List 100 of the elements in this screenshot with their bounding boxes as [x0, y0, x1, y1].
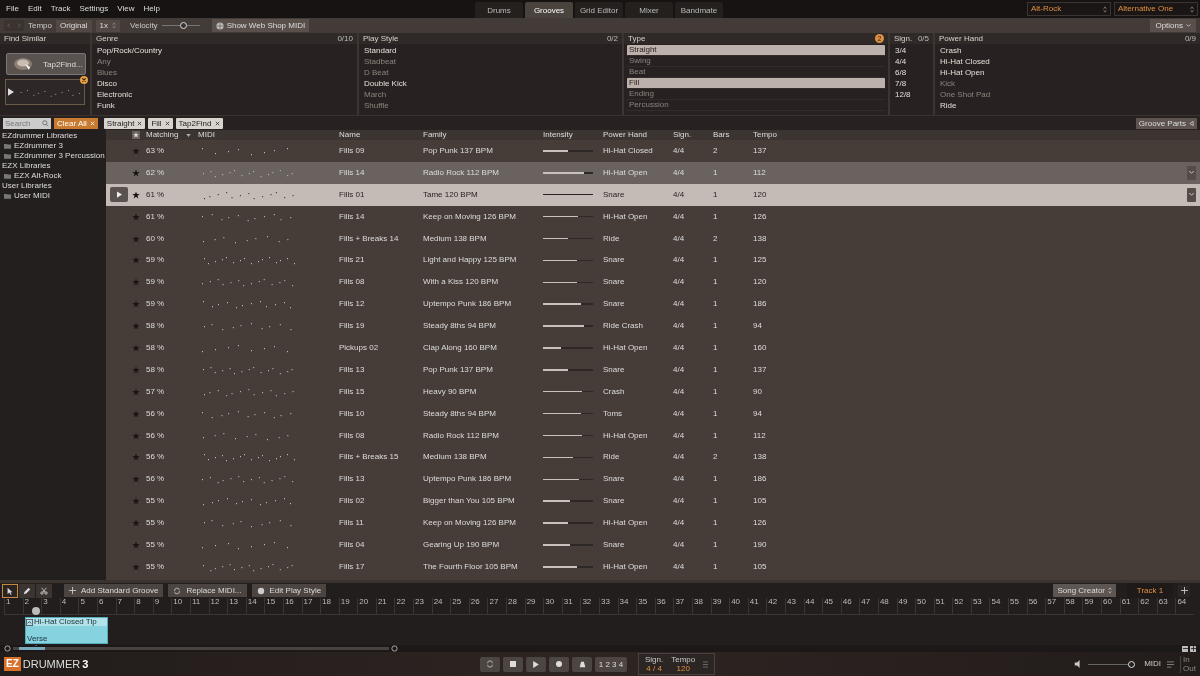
filter-option[interactable]: 3/4 — [893, 45, 930, 56]
menu-item[interactable]: View — [117, 5, 135, 13]
star-icon[interactable] — [132, 322, 140, 331]
groove-row[interactable]: 55 % Fills 04 Gearing Up 190 BPM Snare 4/4 1 190 — [106, 534, 1200, 556]
star-icon[interactable] — [132, 234, 140, 243]
play-icon[interactable] — [8, 88, 14, 96]
library-item[interactable]: EZdrummer 3 Percussion — [0, 151, 106, 161]
menu-item[interactable]: Settings — [79, 5, 109, 13]
filter-option[interactable]: Pop/Rock/Country — [95, 45, 354, 56]
favorite-star-icon[interactable] — [132, 131, 140, 139]
star-icon[interactable] — [132, 475, 140, 484]
library-group[interactable]: User Libraries — [0, 181, 106, 191]
tap2find-button[interactable]: Tap2Find... — [6, 53, 86, 75]
groove-row[interactable]: 56 % Fills 10 Steady 8ths 94 BPM Toms 4/4 1 94 — [106, 402, 1200, 425]
groove-row[interactable]: 62 % Fills 14 Radio Rock 112 BPM Hi-Hat Open 4/4 1 112 — [106, 161, 1200, 184]
add-button[interactable]: Add Standard Groove — [64, 584, 164, 597]
zoom-in-button[interactable] — [1190, 645, 1196, 652]
row-menu-button[interactable] — [1186, 187, 1196, 202]
groove-row[interactable]: 61 % Fills 01 Tame 120 BPM Snare 4/4 1 120 — [106, 183, 1200, 206]
star-icon[interactable] — [132, 540, 140, 549]
tempo-dropdown[interactable]: Original — [56, 19, 92, 32]
star-icon[interactable] — [132, 343, 140, 352]
tab[interactable]: Grid Editor — [575, 2, 623, 18]
library-item[interactable]: User MIDI — [0, 191, 106, 201]
preset-dropdown[interactable]: Alt-Rock — [1027, 2, 1111, 16]
tab[interactable]: Bandmate — [675, 2, 723, 18]
star-icon[interactable] — [132, 212, 140, 221]
filter-tag[interactable]: Tap2Find — [175, 117, 223, 129]
web-shop-button[interactable]: Show Web Shop MIDI — [211, 19, 310, 32]
star-icon[interactable] — [132, 278, 140, 287]
column-header[interactable]: Intensity — [543, 131, 603, 139]
groove-row[interactable]: 55 % Fills 17 The Fourth Floor 105 BPM Hi-Hat Open 4/4 1 105 — [106, 555, 1200, 578]
star-icon[interactable] — [132, 146, 140, 155]
replace-button[interactable]: Replace MIDI... — [168, 584, 247, 597]
song-creator-button[interactable]: Song Creator — [1053, 584, 1116, 597]
tab[interactable]: Mixer — [625, 2, 673, 18]
star-icon[interactable] — [132, 168, 140, 177]
track-tab[interactable]: Track 1 — [1127, 583, 1173, 598]
menu-item[interactable]: Edit — [27, 5, 42, 13]
column-header[interactable]: MIDI — [198, 131, 339, 139]
groove-row[interactable]: 59 % Fills 08 With a Kiss 120 BPM Snare 4/4 1 120 — [106, 271, 1200, 294]
pointer-tool-button[interactable] — [2, 583, 18, 598]
tab[interactable]: Grooves — [525, 2, 573, 18]
column-header[interactable]: Name — [339, 131, 423, 139]
star-icon[interactable] — [132, 497, 140, 506]
metronome-button[interactable] — [572, 656, 592, 672]
play-button[interactable] — [526, 656, 546, 672]
filter-option[interactable]: Crash — [938, 45, 1197, 56]
filter-option[interactable]: 7/8 — [893, 78, 930, 89]
stop-button[interactable] — [503, 656, 523, 672]
groove-row[interactable]: 58 % Fills 19 Steady 8ths 94 BPM Ride Crash 4/4 1 94 — [106, 315, 1200, 337]
count-in-button[interactable]: 1 2 3 4 — [595, 656, 627, 672]
tempo-value[interactable]: 120 — [676, 664, 690, 673]
library-group[interactable]: EZX Libraries — [0, 161, 106, 171]
groove-row[interactable]: 56 % Fills 13 Uptempo Punk 186 BPM Snare 4/4 1 186 — [106, 468, 1200, 491]
filter-option[interactable]: Fill — [627, 78, 885, 89]
filter-option[interactable]: Hi-Hat Open — [938, 67, 1197, 78]
filter-tag[interactable]: Straight — [103, 117, 146, 129]
library-item[interactable]: EZdrummer 3 — [0, 141, 106, 151]
groove-row[interactable]: 55 % Fills 02 Bigger than You 105 BPM Snare 4/4 1 105 — [106, 490, 1200, 513]
groove-row[interactable]: 58 % Fills 13 Pop Punk 137 BPM Snare 4/4 1 137 — [106, 358, 1200, 381]
star-icon[interactable] — [132, 300, 140, 309]
sign-value[interactable]: 4 / 4 — [646, 664, 662, 673]
filter-option[interactable]: 12/8 — [893, 89, 930, 100]
collapse-icon[interactable] — [26, 618, 33, 626]
speaker-icon[interactable] — [1074, 660, 1083, 668]
groove-row[interactable]: 56 % Fills + Breaks 15 Medium 138 BPM Ride 4/4 2 138 — [106, 446, 1200, 469]
zoom-handle[interactable] — [4, 645, 11, 652]
groove-row[interactable]: 59 % Fills 21 Light and Happy 125 BPM Snare 4/4 1 125 — [106, 249, 1200, 272]
star-icon[interactable] — [132, 453, 140, 462]
filter-option[interactable]: Double Kick — [362, 78, 619, 89]
midi-settings-icon[interactable] — [1167, 660, 1175, 668]
tab[interactable]: Drums — [475, 2, 523, 18]
menu-item[interactable]: Track — [50, 5, 71, 13]
star-icon[interactable] — [132, 519, 140, 528]
groove-row[interactable]: 63 % Fills 09 Pop Punk 137 BPM Hi-Hat Closed 4/4 2 137 — [106, 140, 1200, 162]
star-icon[interactable] — [132, 256, 140, 265]
column-header[interactable]: Bars — [713, 131, 753, 139]
star-icon[interactable] — [132, 409, 140, 418]
library-group[interactable]: EZdrummer Libraries — [0, 131, 106, 141]
close-icon[interactable] — [80, 76, 88, 84]
filter-option[interactable]: 4/4 — [893, 56, 930, 67]
filter-option[interactable]: 6/8 — [893, 67, 930, 78]
play-button[interactable] — [110, 187, 128, 203]
library-item[interactable]: EZX Alt-Rock — [0, 171, 106, 181]
tap-tempo-icon[interactable] — [703, 660, 709, 668]
column-header[interactable]: Sign. — [673, 131, 713, 139]
zoom-out-button[interactable] — [1182, 645, 1188, 652]
multiplier-dropdown[interactable]: 1x — [95, 19, 121, 32]
scissors-tool-button[interactable] — [36, 583, 52, 598]
filter-tag[interactable]: Fill — [148, 117, 173, 129]
groove-row[interactable]: 57 % Fills 15 Heavy 90 BPM Crash 4/4 1 90 — [106, 380, 1200, 403]
star-icon[interactable] — [132, 190, 140, 199]
add-track-button[interactable] — [1178, 584, 1190, 597]
filter-option[interactable]: Standard — [362, 45, 619, 56]
scrollbar[interactable] — [13, 647, 389, 650]
record-button[interactable] — [549, 656, 569, 672]
star-icon[interactable] — [132, 431, 140, 440]
column-header[interactable]: Tempo — [753, 131, 1182, 139]
groove-parts-button[interactable]: Groove Parts — [1135, 117, 1197, 129]
